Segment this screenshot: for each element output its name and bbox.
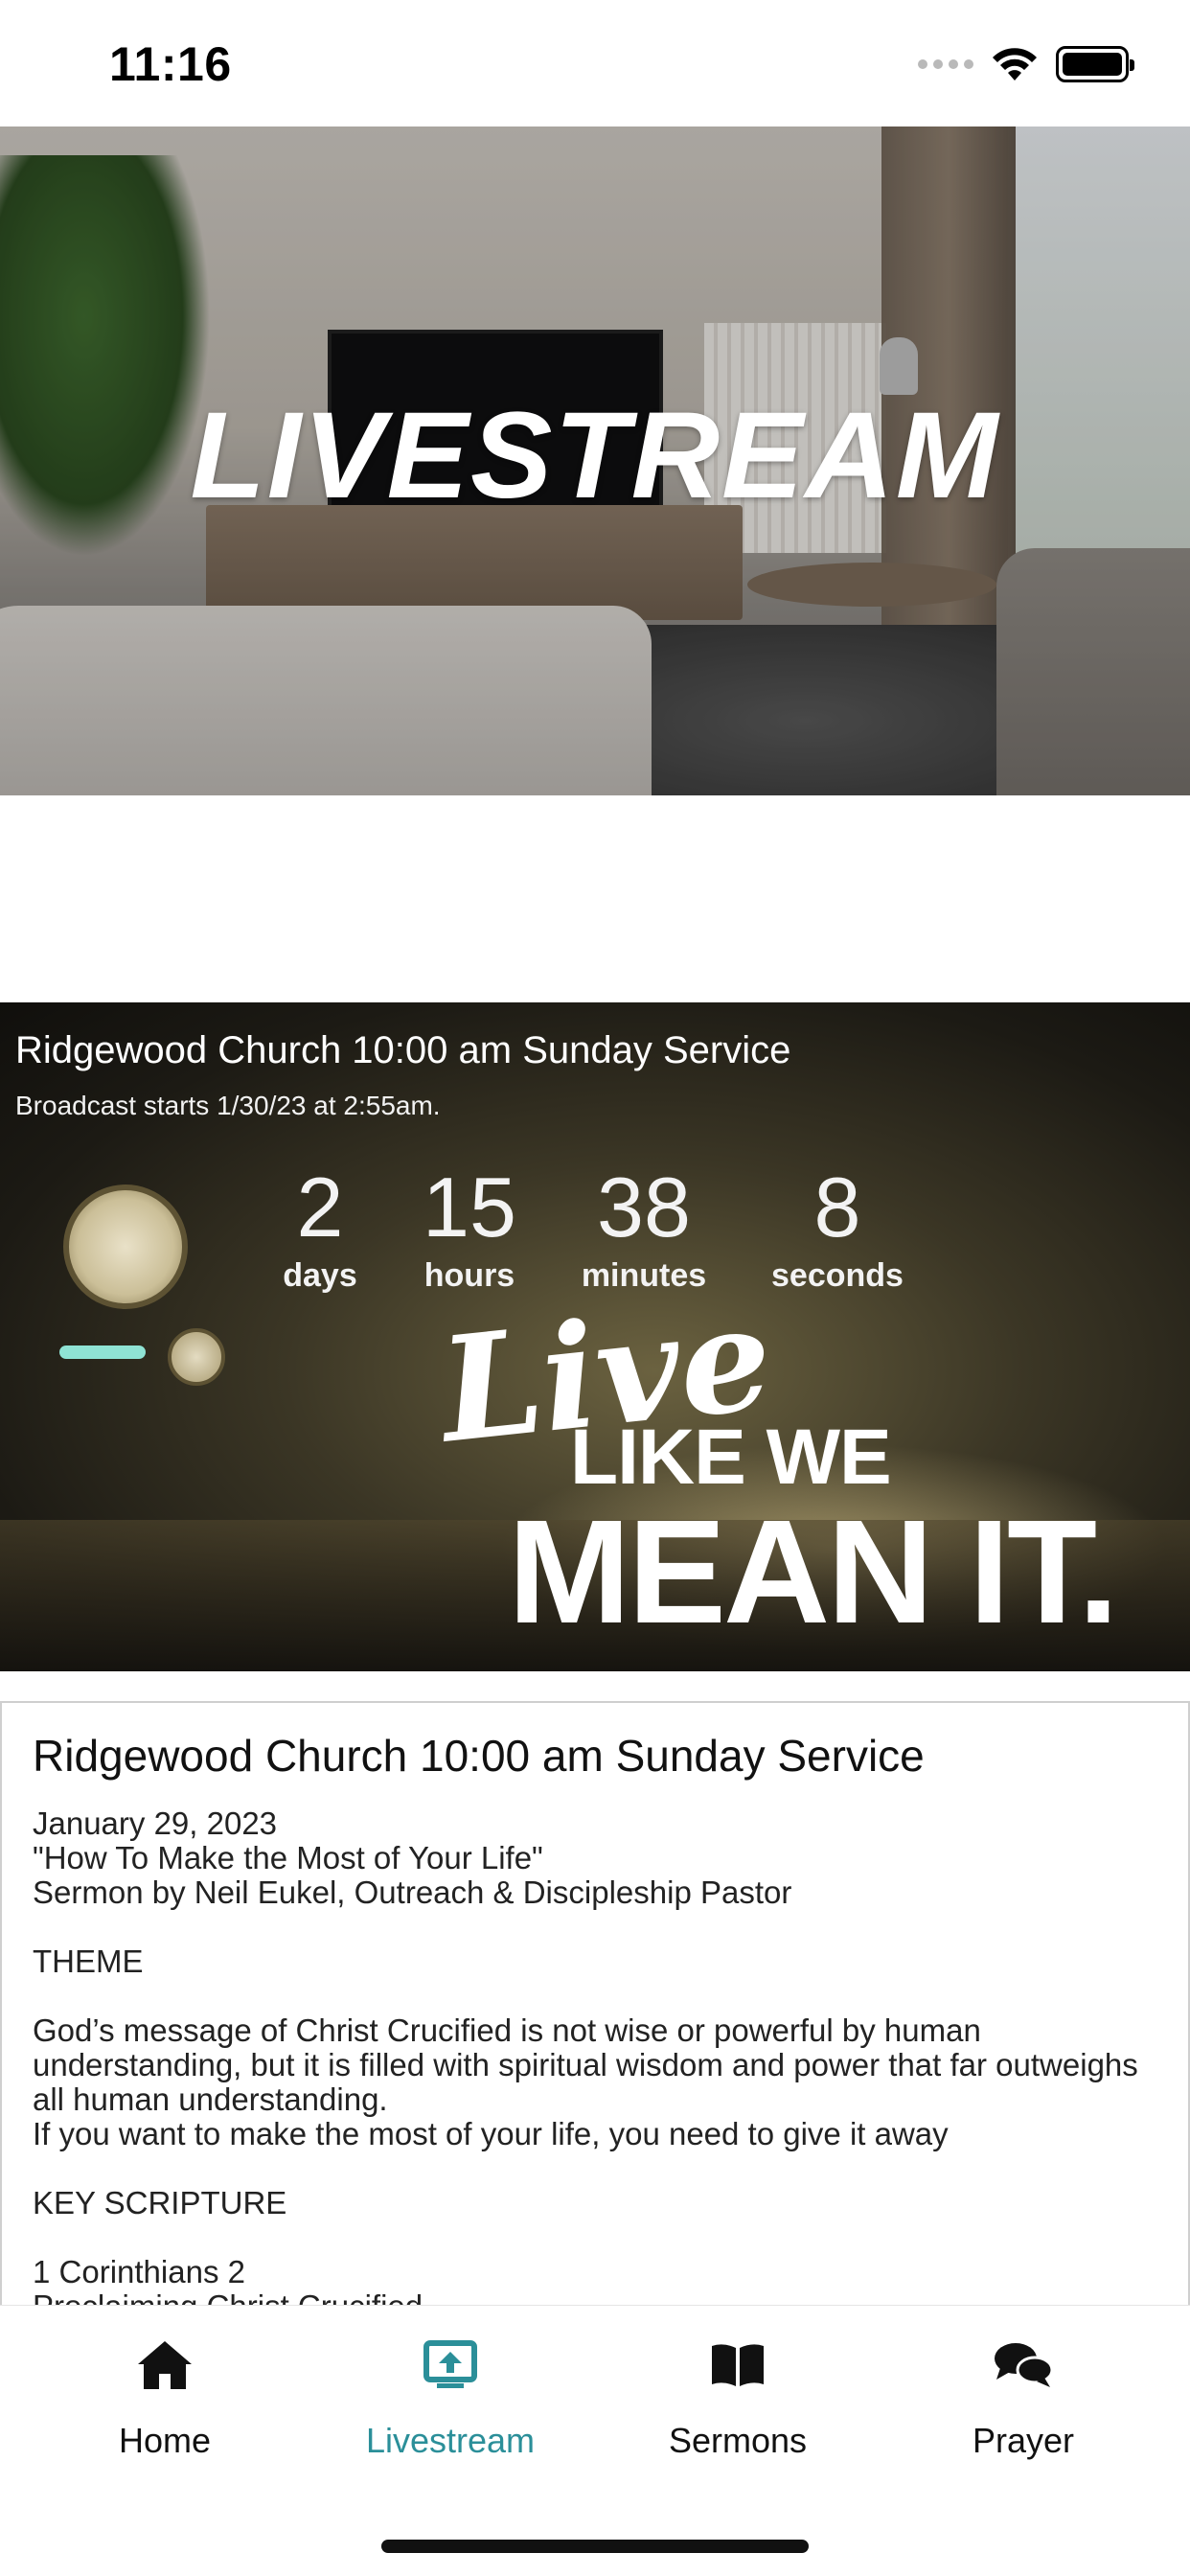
- theme-text: God’s message of Christ Crucified is not…: [33, 2012, 1138, 2151]
- countdown-days: 2 days: [234, 1165, 406, 1295]
- chat-bubbles-icon: [995, 2343, 1054, 2387]
- cellular-signal-icon: [918, 59, 973, 69]
- tab-label: Livestream: [365, 2421, 536, 2460]
- hero-banner: LIVESTREAM: [0, 126, 1190, 795]
- tab-livestream[interactable]: Livestream: [307, 2334, 594, 2461]
- scripture-label: KEY SCRIPTURE: [33, 2185, 287, 2220]
- home-indicator[interactable]: [381, 2540, 809, 2553]
- tab-home[interactable]: Home: [21, 2334, 309, 2461]
- countdown-value: 15: [423, 1160, 516, 1254]
- countdown-minutes: 38 minutes: [558, 1165, 730, 1295]
- countdown-value: 38: [597, 1160, 691, 1254]
- countdown-hours: 15 hours: [383, 1165, 556, 1295]
- countdown-value: 2: [296, 1160, 344, 1254]
- broadcast-title: Ridgewood Church 10:00 am Sunday Service: [15, 1029, 791, 1071]
- countdown-value: 8: [813, 1160, 861, 1254]
- slogan-mean-it: MEAN IT.: [508, 1489, 1119, 1654]
- tab-label: Prayer: [972, 2421, 1075, 2460]
- countdown-seconds: 8 seconds: [751, 1165, 924, 1295]
- status-icons: [918, 42, 1134, 86]
- bottom-tab-bar: Home Livestream Sermons Prayer: [0, 2305, 1190, 2576]
- theme-label: THEME: [33, 1944, 144, 1979]
- hero-title: LIVESTREAM: [190, 387, 1000, 524]
- livestream-icon: [423, 2340, 477, 2388]
- home-icon: [138, 2341, 192, 2389]
- broadcast-banner[interactable]: Ridgewood Church 10:00 am Sunday Service…: [0, 1002, 1190, 1671]
- tab-prayer[interactable]: Prayer: [880, 2334, 1167, 2461]
- tab-label: Sermons: [668, 2421, 808, 2460]
- countdown-timer: 2 days 15 hours 38 minutes 8 seconds: [0, 1165, 1190, 1295]
- status-time: 11:16: [109, 37, 232, 91]
- service-date-block: January 29, 2023 "How To Make the Most o…: [33, 1806, 792, 1910]
- wifi-icon: [993, 48, 1037, 80]
- tab-sermons[interactable]: Sermons: [594, 2334, 881, 2461]
- book-icon: [712, 2344, 764, 2386]
- tab-label: Home: [118, 2421, 212, 2460]
- battery-icon: [1056, 46, 1134, 82]
- countdown-label: days: [283, 1257, 357, 1294]
- service-heading: Ridgewood Church 10:00 am Sunday Service: [33, 1731, 925, 1781]
- sermon-series-artwork: Live LIKE WE MEAN IT.: [422, 1273, 1150, 1654]
- service-description: Ridgewood Church 10:00 am Sunday Service…: [0, 1701, 1190, 2314]
- status-bar: 11:16: [0, 0, 1190, 126]
- small-clock-artwork: [168, 1328, 225, 1386]
- broadcast-subtitle: Broadcast starts 1/30/23 at 2:55am.: [15, 1091, 441, 1120]
